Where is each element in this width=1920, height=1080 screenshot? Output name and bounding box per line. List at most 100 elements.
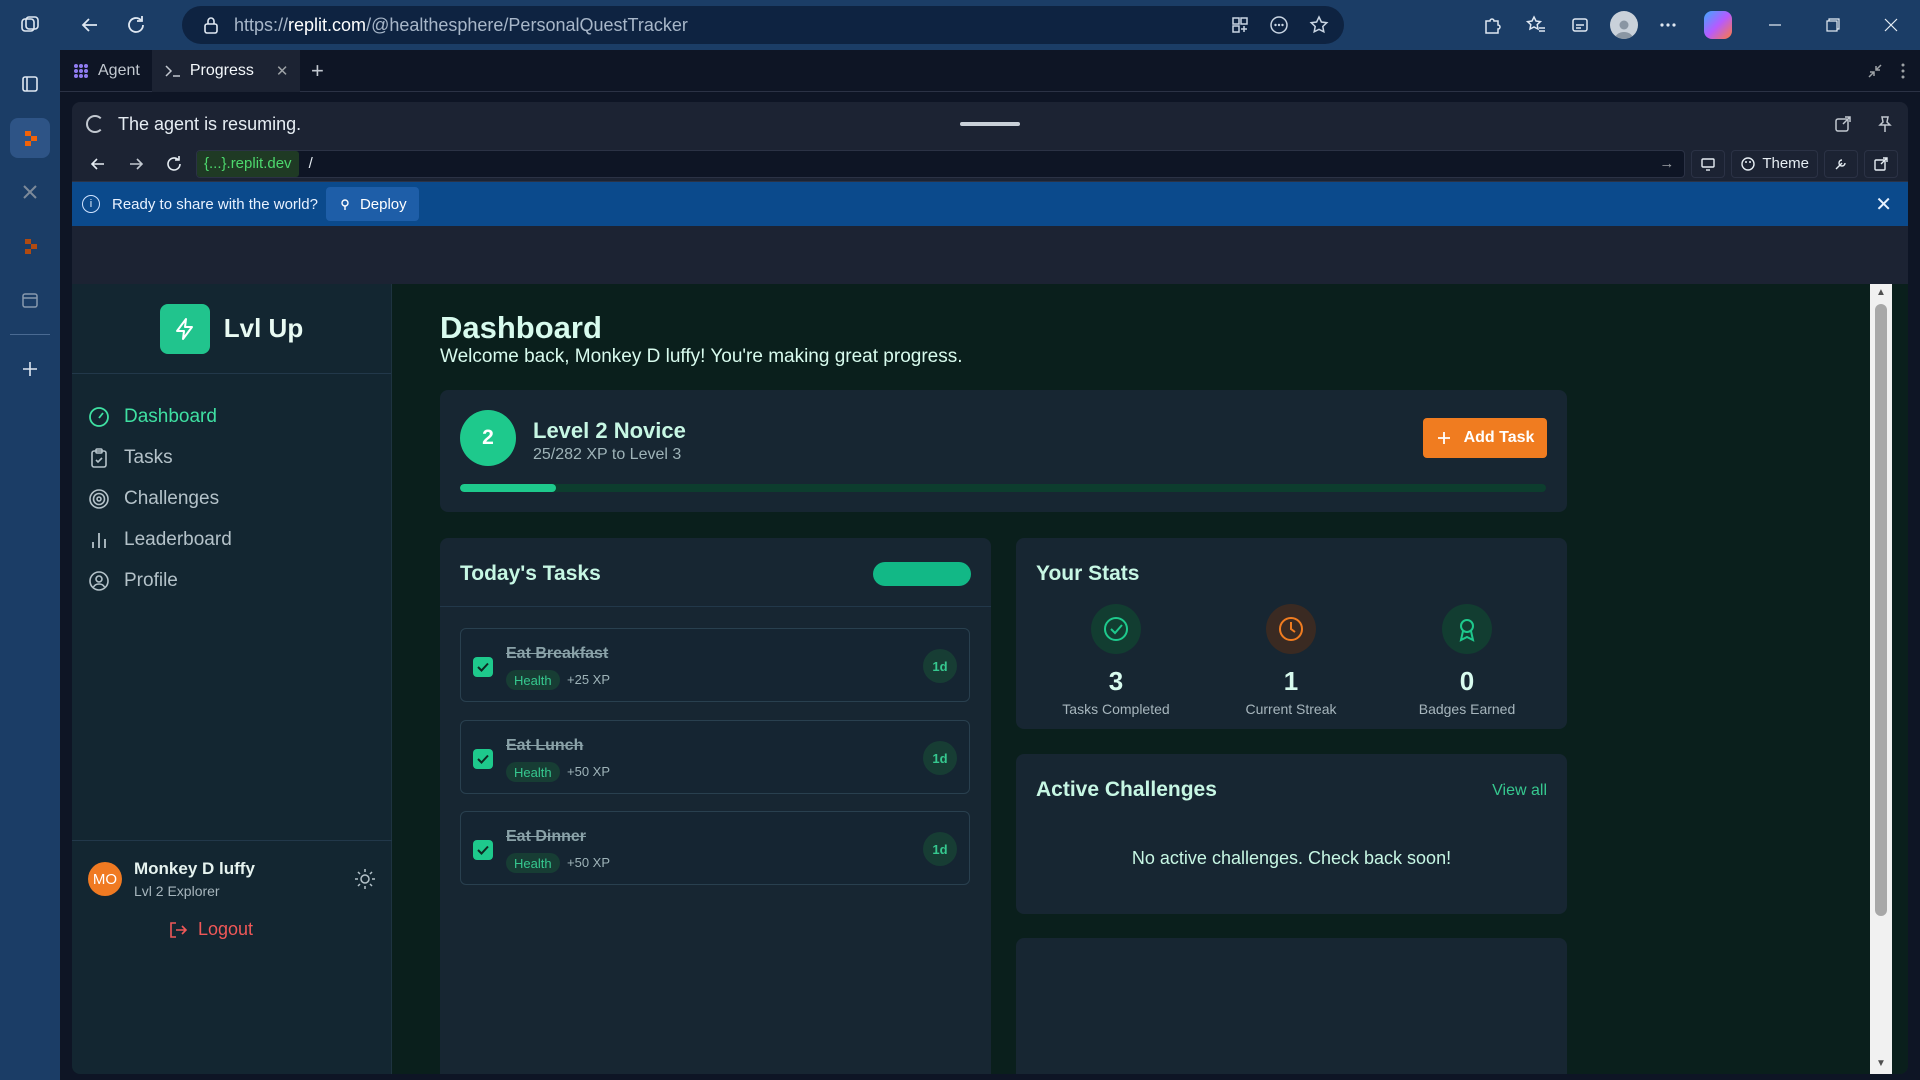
task-category-badge: Health [506,670,560,690]
sidebar-tab-replit[interactable] [10,226,50,266]
close-tab-icon[interactable]: ✕ [276,62,289,80]
task-name: Eat Lunch [506,737,584,754]
level-title: Level 2 Novice [533,418,686,443]
tab-progress-label: Progress [189,61,254,79]
nav-item-tasks[interactable]: Tasks [72,437,391,478]
kebab-menu-icon[interactable] [1900,62,1906,80]
check-circle-icon [1091,604,1141,654]
add-task-button[interactable]: Add Task [1423,418,1547,458]
workspaces-button[interactable] [0,14,60,36]
browser-refresh-button[interactable] [116,5,156,45]
plus-icon [1437,432,1450,444]
stat-label: Tasks Completed [1062,701,1170,717]
gauge-icon [88,406,110,428]
browser-titlebar: https://replit.com/@healthesphere/Person… [0,0,1920,50]
webview-url-field[interactable]: {...}.replit.dev / → [196,149,1686,178]
deploy-button[interactable]: Deploy [325,187,419,221]
open-new-tab-button[interactable] [1864,149,1898,178]
tab-actions-button[interactable] [10,64,50,104]
collections-button[interactable] [1558,0,1602,50]
task-item[interactable]: Eat Dinner Health +50 XP 1d [460,811,970,885]
drag-handle[interactable] [960,122,1020,126]
sidebar-tab-calendar[interactable] [10,280,50,320]
challenges-empty-state: No active challenges. Check back soon! [1131,848,1452,868]
browser-back-button[interactable] [70,5,110,45]
task-item[interactable]: Eat Breakfast Health +25 XP 1d [460,628,970,702]
copilot-button[interactable] [1690,0,1746,50]
webview-back-button[interactable] [82,148,114,180]
scrollbar-thumb[interactable] [1875,304,1887,916]
minimize-button[interactable] [1746,0,1804,50]
view-all-link[interactable]: View all [1492,782,1547,800]
active-challenges-card: Active Challenges View all No active cha… [1016,754,1567,914]
settings-more-button[interactable] [1646,0,1690,50]
task-name: Eat Dinner [506,828,587,845]
user-level: Lvl 2 Explorer [134,883,220,899]
profile-avatar-icon [1610,11,1638,39]
new-tab-button[interactable] [10,349,50,389]
nav-item-leaderboard[interactable]: Leaderboard [72,519,391,560]
nav-label-tasks: Tasks [124,446,173,468]
monitor-icon [1701,157,1716,171]
sidebar-divider [10,334,50,335]
apps-icon[interactable] [1230,15,1250,35]
deploy-icon [341,199,349,210]
task-checkbox[interactable] [473,657,493,677]
nav-label-dashboard: Dashboard [124,405,217,427]
favorite-star-icon[interactable] [1308,14,1330,36]
tab-progress[interactable]: Progress ✕ [151,49,301,92]
theme-toggle-sun-icon[interactable] [354,868,376,890]
extensions-button[interactable] [1470,0,1514,50]
sidebar-tab-tools[interactable] [10,172,50,212]
avatar[interactable]: MO [88,862,122,896]
tab-agent[interactable]: Agent [60,50,152,92]
pin-icon[interactable] [1876,115,1894,133]
page-scrollbar[interactable]: ▲ ▼ [1870,284,1892,1074]
lvlup-app: Lvl Up Dashboard Tasks Challenges Leader… [72,284,1908,1074]
task-checkbox[interactable] [473,749,493,769]
logout-button[interactable]: Logout [168,919,253,940]
device-preview-button[interactable] [1691,149,1726,178]
nav-item-profile[interactable]: Profile [72,560,391,601]
restore-button[interactable] [1804,0,1862,50]
task-frequency-badge: 1d [923,741,957,775]
scroll-down-arrow-icon[interactable]: ▼ [1875,1058,1887,1070]
collapse-icon[interactable] [1866,62,1884,80]
replit-tab-bar: Agent Progress ✕ + [60,49,1920,92]
wrench-icon [1835,158,1846,169]
theme-button[interactable]: Theme [1731,149,1818,178]
agent-status-bar: The agent is resuming. [72,102,1908,146]
sidebar-tab-replit-active[interactable] [10,118,50,158]
webview-forward-button[interactable] [120,148,152,180]
tasks-filter-pill[interactable] [873,562,971,586]
replit-icon [25,131,37,146]
close-banner-icon[interactable]: ✕ [1875,192,1898,217]
go-arrow-icon[interactable]: → [1659,155,1684,172]
workspaces-icon [21,16,39,32]
task-category-badge: Health [506,762,560,782]
nav-item-challenges[interactable]: Challenges [72,478,391,519]
add-tab-button[interactable]: + [300,58,334,84]
close-window-button[interactable] [1862,0,1920,50]
page-title: Dashboard [440,310,602,345]
task-item[interactable]: Eat Lunch Health +50 XP 1d [460,720,970,794]
task-frequency-badge: 1d [923,649,957,683]
webview-reload-button[interactable] [158,148,190,180]
level-card: 2 Level 2 Novice 25/282 XP to Level 3 Ad… [440,390,1567,512]
more-tools-icon[interactable] [1268,14,1290,36]
favorites-button[interactable] [1514,0,1558,50]
deploy-banner: i Ready to share with the world? Deploy … [72,182,1908,226]
arrow-left-icon [81,18,97,32]
scroll-up-arrow-icon[interactable]: ▲ [1875,287,1887,299]
external-link-icon [1874,156,1888,171]
stat-current-streak: 1 Current Streak [1216,604,1366,717]
banner-text: Ready to share with the world? [112,195,318,213]
brand: Lvl Up [72,284,391,374]
popout-icon[interactable] [1834,115,1852,133]
webview-path: / [308,155,313,172]
profile-button[interactable] [1602,0,1646,50]
nav-item-dashboard[interactable]: Dashboard [72,396,391,437]
task-checkbox[interactable] [473,840,493,860]
address-bar[interactable]: https://replit.com/@healthesphere/Person… [182,6,1344,44]
devtools-button[interactable] [1824,149,1858,178]
